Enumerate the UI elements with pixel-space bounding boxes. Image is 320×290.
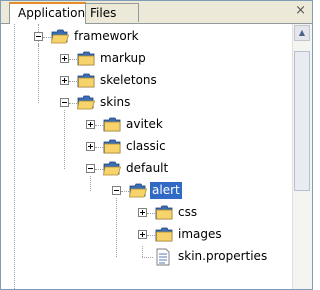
close-icon[interactable]: × bbox=[295, 3, 306, 18]
tree-item-label: images bbox=[178, 227, 222, 241]
expand-toggle-icon[interactable] bbox=[86, 142, 95, 151]
tree-item-label: framework bbox=[74, 29, 139, 43]
expand-toggle-icon[interactable] bbox=[138, 208, 147, 217]
tree-item-label: alert bbox=[150, 182, 182, 199]
tree-item-label: skeletons bbox=[100, 73, 157, 87]
expand-toggle-icon[interactable] bbox=[60, 76, 69, 85]
scroll-up-button[interactable]: ▲ bbox=[294, 25, 310, 41]
file-icon bbox=[155, 248, 173, 266]
tree-item-framework[interactable]: framework bbox=[1, 26, 292, 48]
folder-icon bbox=[77, 51, 95, 66]
tab-bar: Application Files × bbox=[1, 1, 312, 24]
tree-item-classic[interactable]: classic bbox=[1, 136, 292, 158]
tree-item-avitek[interactable]: avitek bbox=[1, 114, 292, 136]
folder-icon bbox=[103, 139, 121, 154]
expand-toggle-icon[interactable] bbox=[86, 120, 95, 129]
expand-toggle-icon[interactable] bbox=[138, 230, 147, 239]
file-tree: framework markup skeletons skins avitek class… bbox=[1, 24, 292, 289]
tree-item-label: css bbox=[178, 205, 198, 219]
tree-item-label: markup bbox=[100, 51, 146, 65]
tree-connector-line bbox=[38, 44, 39, 103]
tree-item-label: avitek bbox=[126, 117, 163, 131]
folder-icon bbox=[103, 117, 121, 132]
collapse-toggle-icon[interactable] bbox=[60, 98, 69, 107]
folder-open-icon bbox=[129, 183, 148, 198]
folder-open-icon bbox=[51, 29, 70, 44]
folder-icon bbox=[77, 73, 95, 88]
collapse-toggle-icon[interactable] bbox=[86, 164, 95, 173]
vertical-scrollbar[interactable]: ▲ bbox=[292, 24, 312, 289]
tree-item-label: default bbox=[126, 161, 169, 175]
tree-connector-line bbox=[90, 176, 91, 191]
expand-toggle-icon[interactable] bbox=[60, 54, 69, 63]
tree-item-skins[interactable]: skins bbox=[1, 92, 292, 114]
scroll-thumb[interactable] bbox=[294, 51, 310, 191]
folder-open-icon bbox=[103, 161, 122, 176]
tree-item-label: skins bbox=[100, 95, 131, 109]
folder-open-icon bbox=[77, 95, 96, 110]
tree-item-css[interactable]: css bbox=[1, 202, 292, 224]
tree-item-skeletons[interactable]: skeletons bbox=[1, 70, 292, 92]
tree-item-default[interactable]: default bbox=[1, 158, 292, 180]
folder-icon bbox=[155, 227, 173, 242]
tab-files[interactable]: Files bbox=[81, 3, 139, 22]
explorer-panel: Application Files × framework markup skele… bbox=[0, 0, 313, 290]
collapse-toggle-icon[interactable] bbox=[112, 186, 121, 195]
tree-item-markup[interactable]: markup bbox=[1, 48, 292, 70]
tree-item-alert[interactable]: alert bbox=[1, 180, 292, 202]
tree-connector-line bbox=[116, 198, 117, 257]
tree-connector-line bbox=[64, 110, 65, 169]
folder-icon bbox=[155, 205, 173, 220]
tree-item-skin-properties[interactable]: skin.properties bbox=[1, 246, 292, 268]
tree-item-label: classic bbox=[126, 139, 166, 153]
tree-item-label: skin.properties bbox=[178, 249, 268, 263]
tab-application[interactable]: Application bbox=[9, 2, 86, 24]
collapse-toggle-icon[interactable] bbox=[34, 32, 43, 41]
tree-item-images[interactable]: images bbox=[1, 224, 292, 246]
